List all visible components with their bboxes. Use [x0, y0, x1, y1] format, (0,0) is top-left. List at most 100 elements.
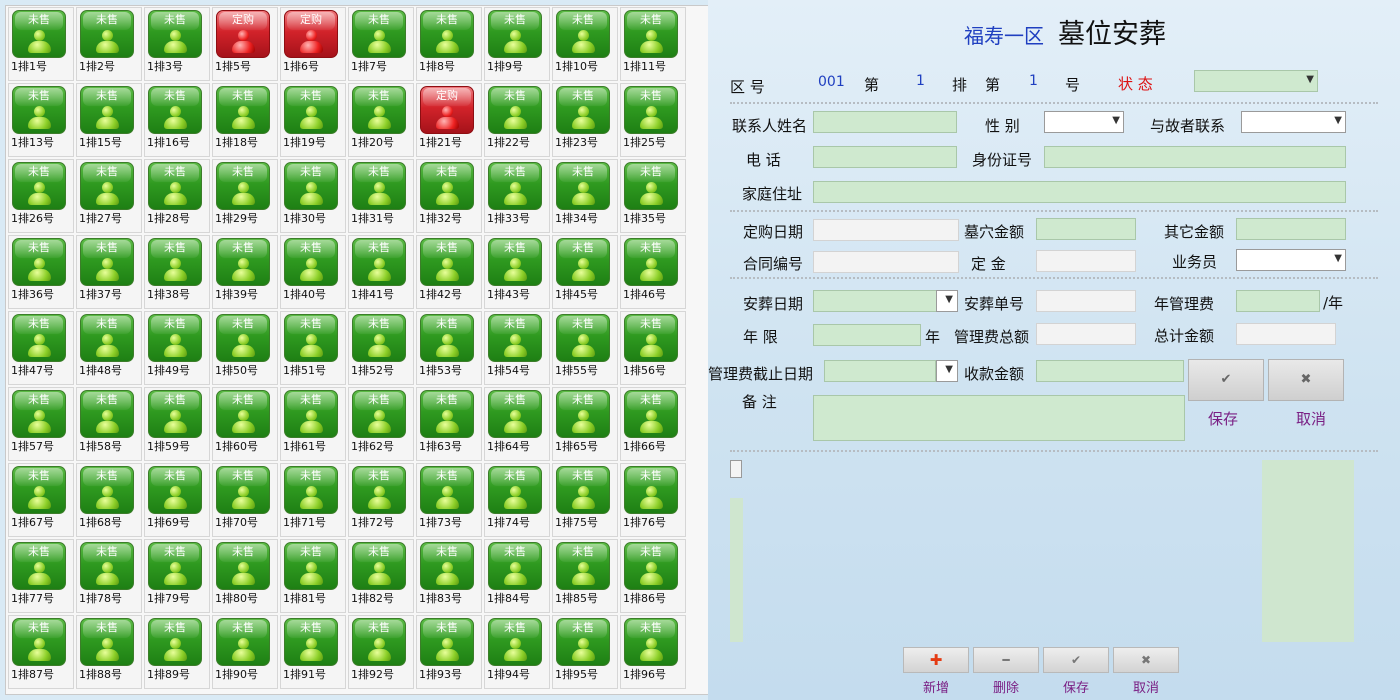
plot-cell[interactable]: 未售 1排47号 — [8, 311, 74, 385]
plot-status-tile[interactable]: 未售 — [12, 390, 66, 438]
annual-fee-input[interactable] — [1236, 290, 1320, 312]
plot-status-tile[interactable]: 未售 — [284, 542, 338, 590]
plot-cell[interactable]: 未售 1排89号 — [144, 615, 210, 689]
plot-status-tile[interactable]: 未售 — [216, 542, 270, 590]
contract-number-input[interactable] — [813, 251, 959, 273]
plot-cell[interactable]: 未售 1排92号 — [348, 615, 414, 689]
plot-status-tile[interactable]: 未售 — [352, 466, 406, 514]
plot-status-tile[interactable]: 未售 — [352, 618, 406, 666]
plot-cell[interactable]: 未售 1排2号 — [76, 7, 142, 81]
plot-status-tile[interactable]: 未售 — [352, 86, 406, 134]
plot-cell[interactable]: 未售 1排52号 — [348, 311, 414, 385]
plot-status-tile[interactable]: 定购 — [284, 10, 338, 58]
plot-cell[interactable]: 未售 1排37号 — [76, 235, 142, 309]
plot-status-tile[interactable]: 未售 — [80, 542, 134, 590]
plot-cell[interactable]: 未售 1排31号 — [348, 159, 414, 233]
plot-status-tile[interactable]: 定购 — [420, 86, 474, 134]
plot-status-tile[interactable]: 未售 — [148, 466, 202, 514]
plot-status-tile[interactable]: 未售 — [352, 542, 406, 590]
plot-cell[interactable]: 未售 1排65号 — [552, 387, 618, 461]
plot-status-tile[interactable]: 未售 — [216, 238, 270, 286]
plot-status-tile[interactable]: 未售 — [284, 238, 338, 286]
plot-cell[interactable]: 未售 1排48号 — [76, 311, 142, 385]
phone-input[interactable] — [813, 146, 957, 168]
plot-cell[interactable]: 未售 1排49号 — [144, 311, 210, 385]
plot-status-tile[interactable]: 未售 — [80, 618, 134, 666]
plot-cell[interactable]: 定购 1排21号 — [416, 83, 482, 157]
plot-cell[interactable]: 未售 1排86号 — [620, 539, 686, 613]
plot-status-tile[interactable]: 未售 — [216, 618, 270, 666]
plot-status-tile[interactable]: 未售 — [488, 542, 542, 590]
form-cancel-label[interactable]: 取消 — [1276, 408, 1346, 429]
plot-status-tile[interactable]: 未售 — [420, 238, 474, 286]
plot-status-tile[interactable]: 未售 — [12, 542, 66, 590]
plot-status-tile[interactable]: 未售 — [80, 466, 134, 514]
plot-cell[interactable]: 未售 1排50号 — [212, 311, 278, 385]
plot-cell[interactable]: 未售 1排59号 — [144, 387, 210, 461]
plot-status-tile[interactable]: 未售 — [80, 86, 134, 134]
plot-cell[interactable]: 未售 1排72号 — [348, 463, 414, 537]
plot-status-tile[interactable]: 未售 — [556, 314, 610, 362]
plot-status-tile[interactable]: 未售 — [488, 466, 542, 514]
scroll-handle[interactable] — [730, 460, 742, 478]
plot-status-tile[interactable]: 未售 — [488, 314, 542, 362]
plot-cell[interactable]: 未售 1排53号 — [416, 311, 482, 385]
plot-cell[interactable]: 未售 1排43号 — [484, 235, 550, 309]
plot-cell[interactable]: 未售 1排58号 — [76, 387, 142, 461]
burial-ticket-input[interactable] — [1036, 290, 1136, 312]
plot-cell[interactable]: 未售 1排39号 — [212, 235, 278, 309]
plot-amount-input[interactable] — [1036, 218, 1136, 240]
plot-status-tile[interactable]: 未售 — [216, 466, 270, 514]
plot-status-tile[interactable]: 未售 — [148, 390, 202, 438]
plot-status-tile[interactable]: 未售 — [488, 238, 542, 286]
plot-status-tile[interactable]: 未售 — [80, 162, 134, 210]
plot-status-tile[interactable]: 未售 — [488, 618, 542, 666]
plot-status-tile[interactable]: 未售 — [284, 86, 338, 134]
plot-cell[interactable]: 未售 1排74号 — [484, 463, 550, 537]
plot-cell[interactable]: 未售 1排16号 — [144, 83, 210, 157]
plot-cell[interactable]: 未售 1排69号 — [144, 463, 210, 537]
plot-cell[interactable]: 未售 1排94号 — [484, 615, 550, 689]
plot-status-tile[interactable]: 未售 — [80, 314, 134, 362]
plot-status-tile[interactable]: 未售 — [352, 162, 406, 210]
plot-cell[interactable]: 未售 1排3号 — [144, 7, 210, 81]
plot-cell[interactable]: 未售 1排68号 — [76, 463, 142, 537]
plot-status-tile[interactable]: 未售 — [624, 86, 678, 134]
plot-status-tile[interactable]: 未售 — [420, 314, 474, 362]
plot-cell[interactable]: 未售 1排32号 — [416, 159, 482, 233]
plot-cell[interactable]: 未售 1排90号 — [212, 615, 278, 689]
plot-cell[interactable]: 定购 1排6号 — [280, 7, 346, 81]
deposit-input[interactable] — [1036, 250, 1136, 272]
plot-status-tile[interactable]: 未售 — [216, 390, 270, 438]
plot-cell[interactable]: 未售 1排55号 — [552, 311, 618, 385]
plot-status-tile[interactable]: 未售 — [624, 238, 678, 286]
form-save-button[interactable]: ✔ — [1188, 359, 1264, 401]
plot-cell[interactable]: 未售 1排29号 — [212, 159, 278, 233]
form-cancel-button[interactable]: ✖ — [1268, 359, 1344, 401]
plot-cell[interactable]: 未售 1排87号 — [8, 615, 74, 689]
burial-date-input[interactable] — [813, 290, 937, 312]
plot-cell[interactable]: 未售 1排56号 — [620, 311, 686, 385]
fee-total-input[interactable] — [1036, 323, 1136, 345]
plot-cell[interactable]: 未售 1排20号 — [348, 83, 414, 157]
plot-cell[interactable]: 未售 1排23号 — [552, 83, 618, 157]
plot-status-tile[interactable]: 定购 — [216, 10, 270, 58]
plot-status-tile[interactable]: 未售 — [488, 390, 542, 438]
plot-cell[interactable]: 未售 1排46号 — [620, 235, 686, 309]
plot-cell[interactable]: 未售 1排54号 — [484, 311, 550, 385]
plot-status-tile[interactable]: 未售 — [624, 542, 678, 590]
plot-status-tile[interactable]: 未售 — [352, 314, 406, 362]
plot-cell[interactable]: 未售 1排10号 — [552, 7, 618, 81]
plot-status-tile[interactable]: 未售 — [556, 162, 610, 210]
plot-cell[interactable]: 定购 1排5号 — [212, 7, 278, 81]
plot-status-tile[interactable]: 未售 — [216, 86, 270, 134]
plot-cell[interactable]: 未售 1排35号 — [620, 159, 686, 233]
plot-status-tile[interactable]: 未售 — [420, 162, 474, 210]
plot-cell[interactable]: 未售 1排83号 — [416, 539, 482, 613]
plot-status-tile[interactable]: 未售 — [624, 162, 678, 210]
plot-status-tile[interactable]: 未售 — [284, 314, 338, 362]
plot-status-tile[interactable]: 未售 — [420, 10, 474, 58]
plot-cell[interactable]: 未售 1排13号 — [8, 83, 74, 157]
grand-total-input[interactable] — [1236, 323, 1336, 345]
plot-status-tile[interactable]: 未售 — [12, 314, 66, 362]
